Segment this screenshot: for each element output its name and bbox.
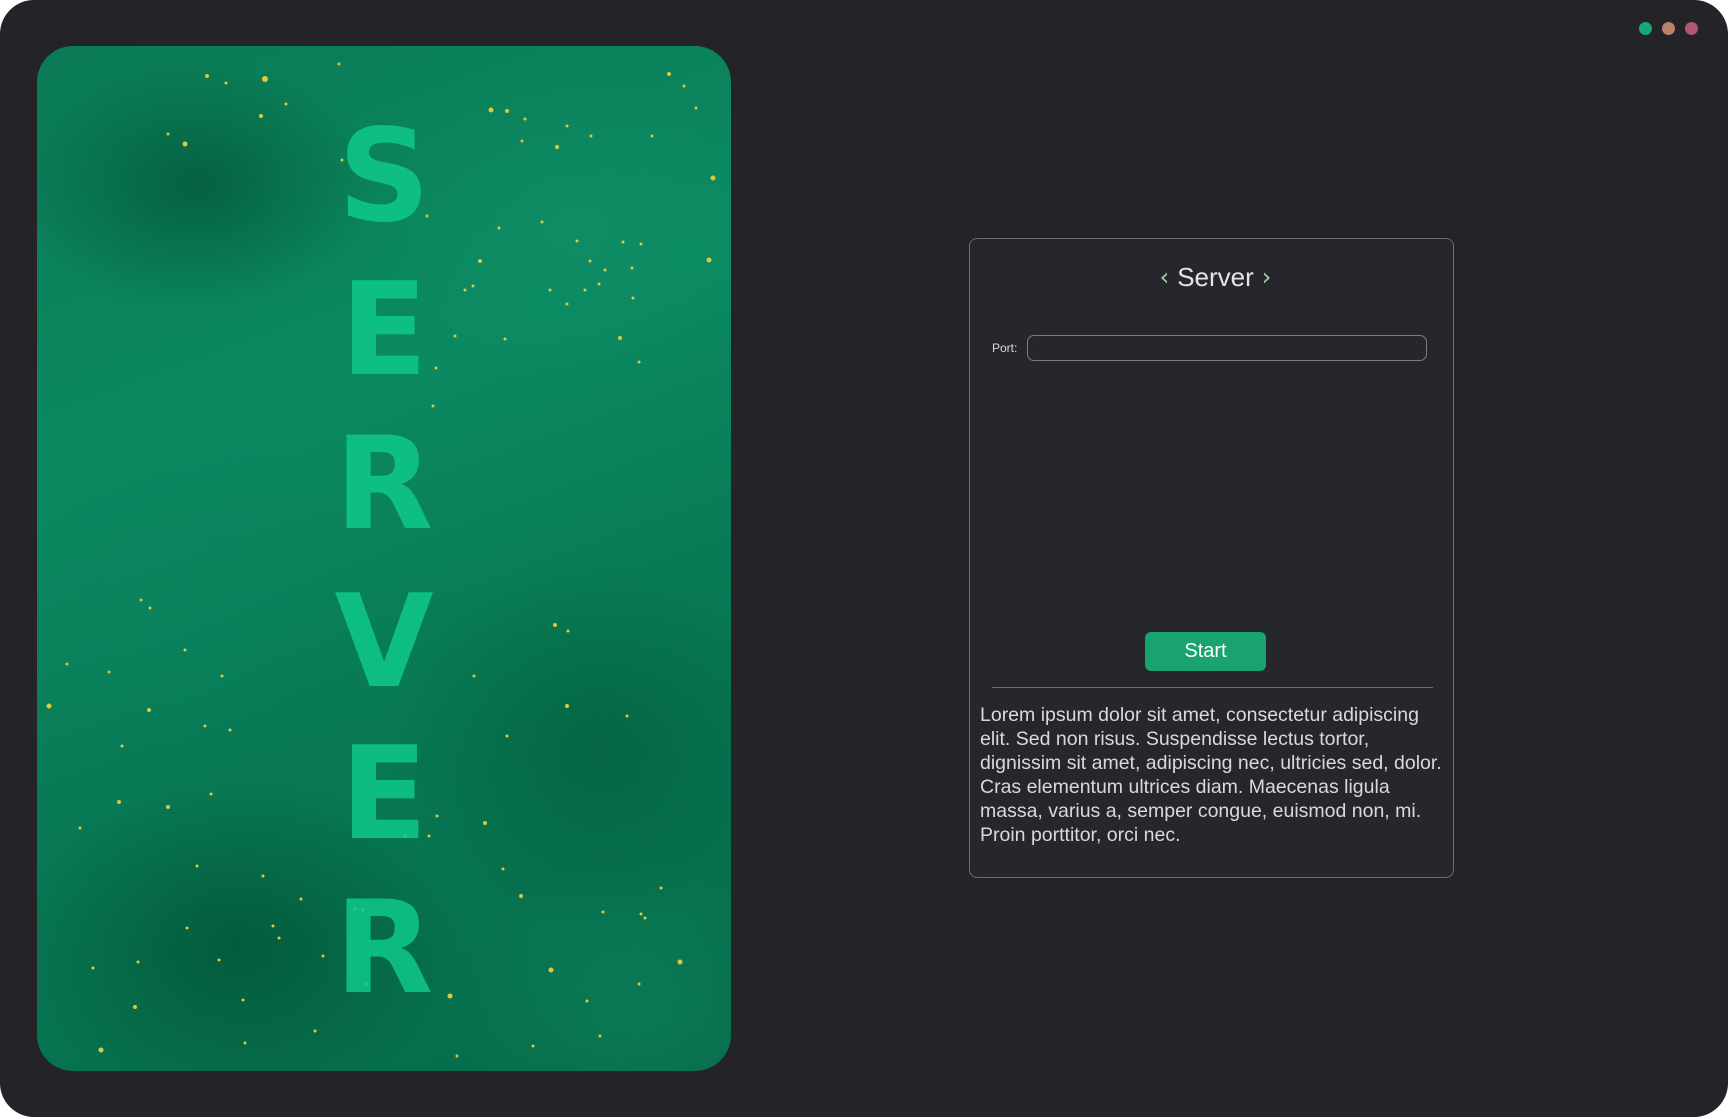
panel-title: Server (1177, 262, 1254, 292)
chevron-right-icon[interactable]: › (1262, 261, 1272, 293)
window-red-dot-button[interactable] (1685, 22, 1698, 35)
hero-letter: S (337, 102, 431, 251)
panel-header: ‹ Server › (970, 261, 1457, 293)
window-green-dot-button[interactable] (1639, 22, 1652, 35)
app-window: S E R V E R ‹ Server › Port: Start Lorem… (0, 0, 1728, 1117)
port-label: Port: (992, 341, 1018, 355)
hero-letter: R (334, 410, 434, 559)
hero-image: S E R V E R (37, 46, 731, 1071)
server-panel: ‹ Server › Port: Start Lorem ipsum dolor… (969, 238, 1454, 878)
hero-vertical-title: S E R V E R (37, 46, 731, 1071)
chevron-left-icon[interactable]: ‹ (1160, 261, 1170, 293)
hero-letter: E (340, 720, 428, 869)
window-controls (1639, 22, 1698, 35)
divider (992, 687, 1433, 688)
port-row: Port: (992, 335, 1428, 361)
start-button[interactable]: Start (1145, 632, 1266, 671)
window-orange-dot-button[interactable] (1662, 22, 1675, 35)
hero-letter: V (334, 568, 434, 717)
hero-letter: E (340, 256, 428, 405)
port-input[interactable] (1027, 335, 1428, 361)
description-text: Lorem ipsum dolor sit amet, consectetur … (980, 704, 1442, 846)
hero-letter: R (334, 874, 434, 1023)
